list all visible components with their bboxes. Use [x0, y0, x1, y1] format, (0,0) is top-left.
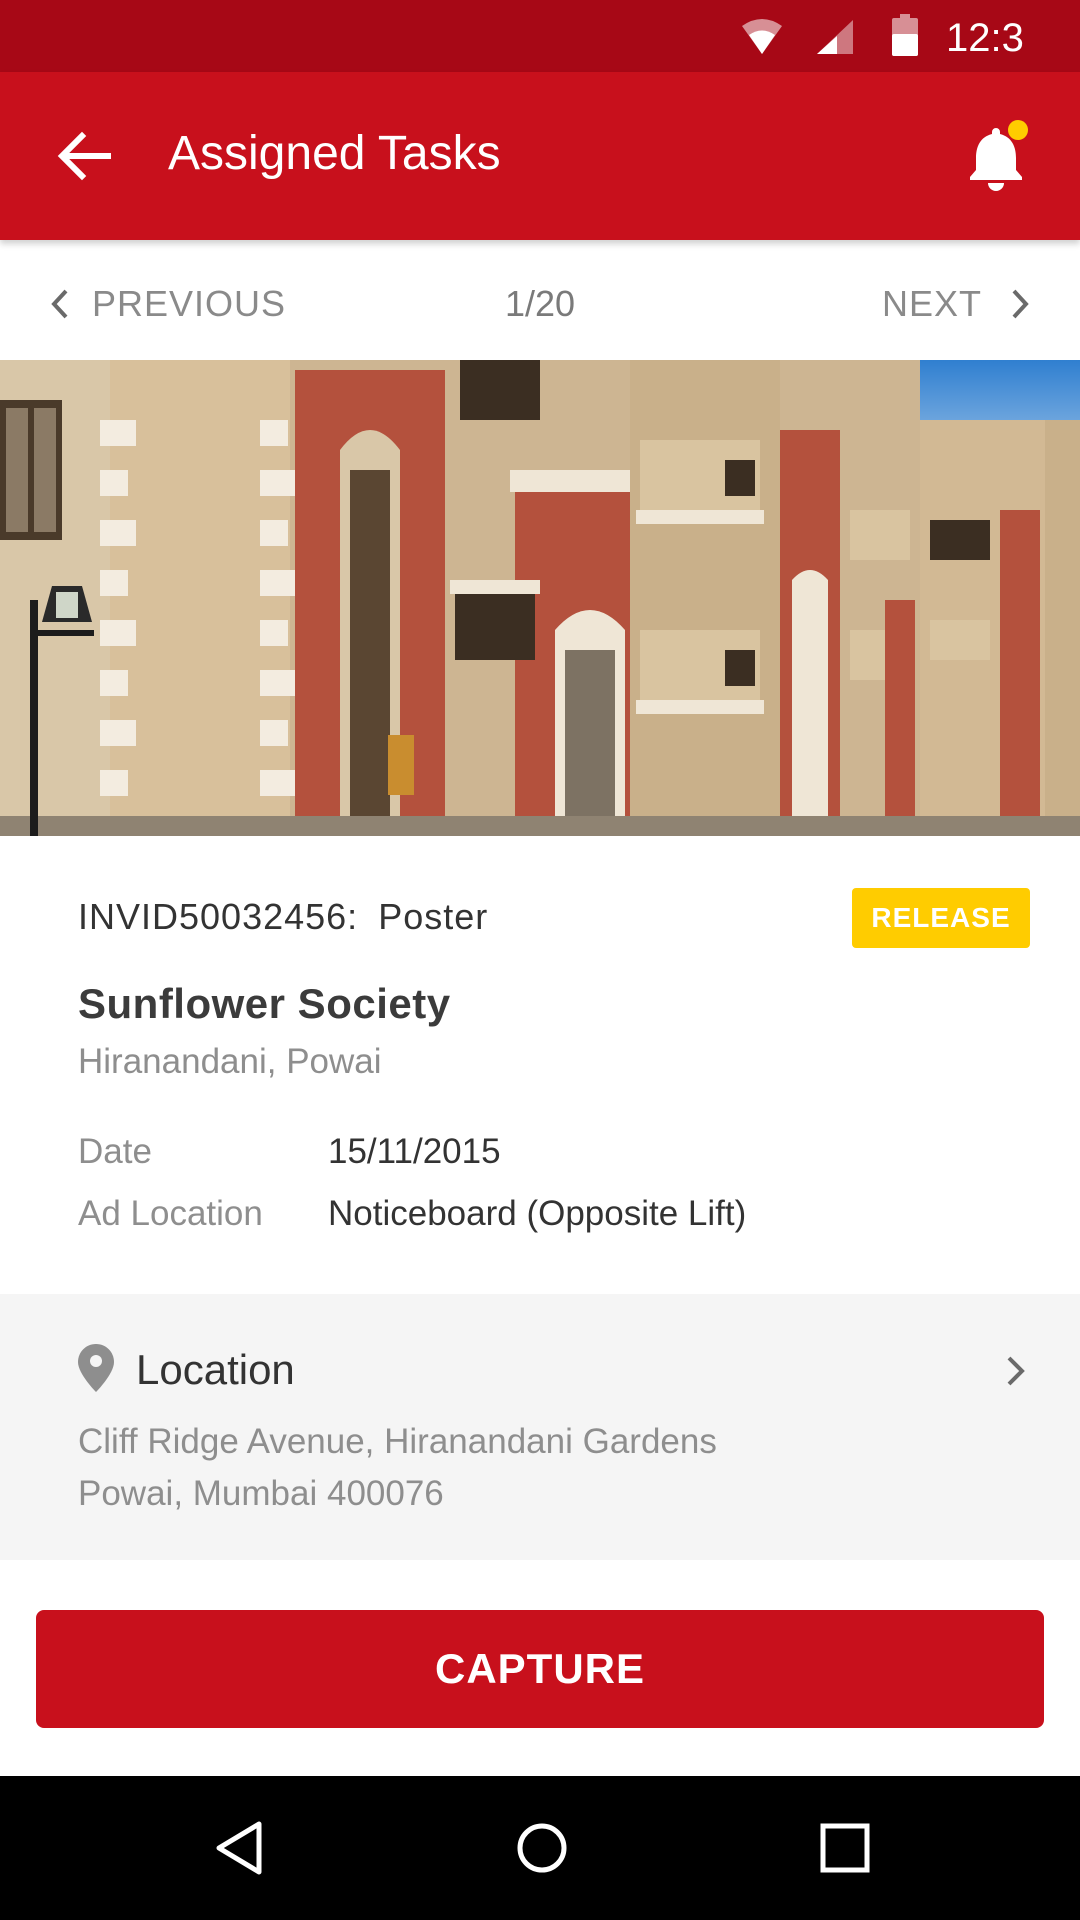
location-section[interactable]: Location Cliff Ridge Avenue, Hiranandani…	[0, 1294, 1080, 1560]
status-time: 12:3	[946, 16, 1024, 60]
status-badge: RELEASE	[852, 888, 1030, 948]
notification-dot	[1008, 120, 1028, 140]
previous-button[interactable]: PREVIOUS	[50, 276, 286, 332]
property-photo	[0, 360, 1080, 836]
next-button[interactable]: NEXT	[882, 276, 1030, 332]
ad-location-label: Ad Location	[78, 1194, 263, 1233]
task-pager: PREVIOUS 1/20 NEXT	[0, 240, 1080, 360]
map-pin-icon	[78, 1344, 114, 1392]
back-arrow-icon[interactable]	[52, 124, 116, 188]
page-title: Assigned Tasks	[168, 127, 501, 180]
system-nav-bar	[0, 1776, 1080, 1920]
society-area: Hiranandani, Powai	[78, 1042, 382, 1081]
nav-home-icon[interactable]	[506, 1812, 578, 1884]
previous-label: PREVIOUS	[92, 283, 287, 324]
address-line-1: Cliff Ridge Avenue, Hiranandani Gardens	[78, 1422, 717, 1461]
nav-recents-icon[interactable]	[809, 1812, 881, 1884]
society-name: Sunflower Society	[78, 980, 451, 1027]
capture-button[interactable]: CAPTURE	[36, 1610, 1044, 1728]
cellular-signal-icon	[817, 20, 853, 54]
nav-back-icon[interactable]	[203, 1812, 275, 1884]
app-bar: Assigned Tasks	[0, 72, 1080, 240]
chevron-right-icon	[1007, 1356, 1025, 1386]
chevron-right-icon	[1012, 289, 1029, 319]
task-details: INVID50032456: Poster RELEASE Sunflower S…	[0, 836, 1080, 1294]
status-bar: 12:3	[0, 0, 1080, 72]
wifi-icon	[742, 19, 782, 54]
ad-type: Poster	[378, 896, 489, 937]
address-line-2: Powai, Mumbai 400076	[78, 1474, 444, 1513]
battery-icon	[892, 14, 918, 56]
chevron-left-icon	[51, 289, 68, 319]
date-label: Date	[78, 1132, 152, 1171]
ad-location-value: Noticeboard (Opposite Lift)	[328, 1194, 747, 1233]
date-value: 15/11/2015	[328, 1132, 501, 1171]
invoice-line: INVID50032456: Poster	[78, 896, 488, 938]
notification-bell-icon[interactable]	[962, 120, 1030, 194]
invoice-id: INVID50032456:	[78, 896, 359, 937]
next-label: NEXT	[881, 283, 982, 324]
location-heading: Location	[136, 1346, 295, 1393]
page-counter: 1/20	[504, 283, 576, 324]
